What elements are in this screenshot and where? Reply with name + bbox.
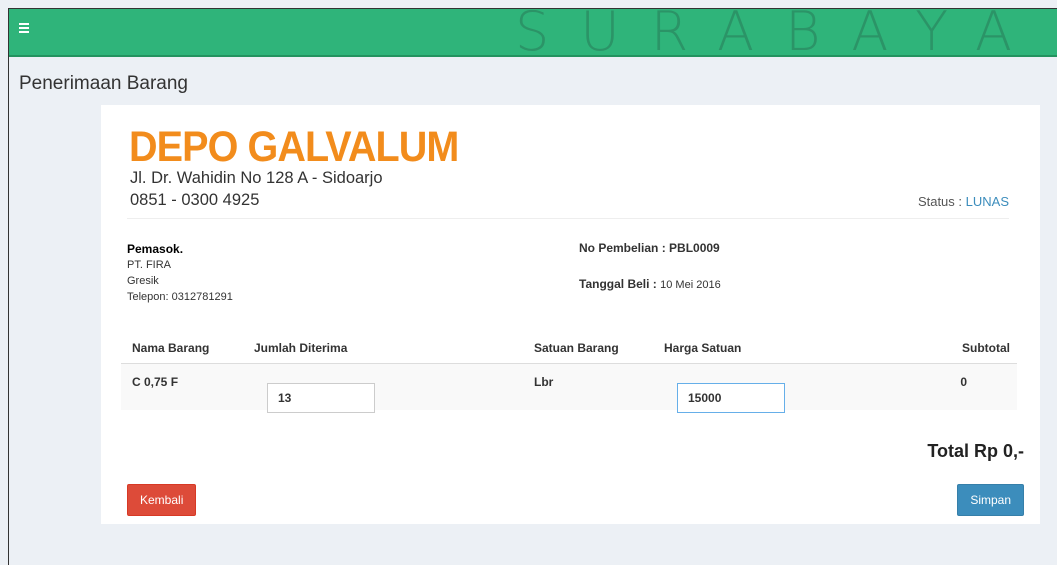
save-button[interactable]: Simpan bbox=[957, 484, 1024, 516]
table-row bbox=[121, 363, 1017, 410]
qty-received-input[interactable] bbox=[267, 383, 375, 413]
receipt-card: DEPO GALVALUM Jl. Dr. Wahidin No 128 A -… bbox=[101, 105, 1040, 524]
back-button[interactable]: Kembali bbox=[127, 484, 197, 516]
purchase-date-value: 10 Mei 2016 bbox=[660, 279, 721, 291]
column-header-unit: Satuan Barang bbox=[534, 341, 619, 355]
watermark-text: SURABAYA bbox=[515, 8, 1043, 63]
page-title: Penerimaan Barang bbox=[19, 73, 188, 94]
company-address: Jl. Dr. Wahidin No 128 A - Sidoarjo bbox=[130, 169, 383, 187]
supplier-city: Gresik bbox=[127, 275, 159, 287]
supplier-name: PT. FIRA bbox=[127, 259, 172, 271]
column-header-name: Nama Barang bbox=[132, 341, 210, 355]
status-label: Status : bbox=[917, 194, 963, 209]
item-unit: Lbr bbox=[534, 375, 554, 389]
purchase-date: Tanggal Beli : 10 Mei 2016 bbox=[579, 277, 721, 291]
status-badge: Status : LUNAS bbox=[918, 194, 1009, 209]
company-phone: 0851 - 0300 4925 bbox=[130, 191, 260, 209]
column-header-price: Harga Satuan bbox=[664, 341, 742, 355]
item-subtotal: 0 bbox=[960, 375, 967, 389]
divider bbox=[127, 218, 1009, 219]
purchase-number-label: No Pembelian : bbox=[579, 241, 666, 255]
menu-toggle-icon[interactable] bbox=[19, 23, 33, 37]
item-name: C 0,75 F bbox=[132, 375, 179, 389]
purchase-number-value: PBL0009 bbox=[669, 241, 720, 255]
company-logo: DEPO GALVALUM bbox=[129, 123, 459, 171]
app-frame: SURABAYA Penerimaan Barang DEPO GALVALUM… bbox=[8, 8, 1057, 565]
purchase-number: No Pembelian : PBL0009 bbox=[579, 241, 720, 255]
column-header-subtotal: Subtotal bbox=[962, 341, 1010, 355]
column-header-qty: Jumlah Diterima bbox=[254, 341, 348, 355]
supplier-info: Pemasok. PT. FIRA Gresik Telepon: 031278… bbox=[127, 241, 233, 305]
grand-total: Total Rp 0,- bbox=[927, 441, 1024, 461]
top-navbar: SURABAYA bbox=[9, 8, 1057, 63]
supplier-phone: Telepon: 0312781291 bbox=[127, 291, 233, 303]
status-value: LUNAS bbox=[965, 194, 1009, 209]
unit-price-input[interactable] bbox=[677, 383, 785, 413]
purchase-date-label: Tanggal Beli : bbox=[579, 277, 657, 291]
supplier-label: Pemasok. bbox=[127, 242, 184, 256]
